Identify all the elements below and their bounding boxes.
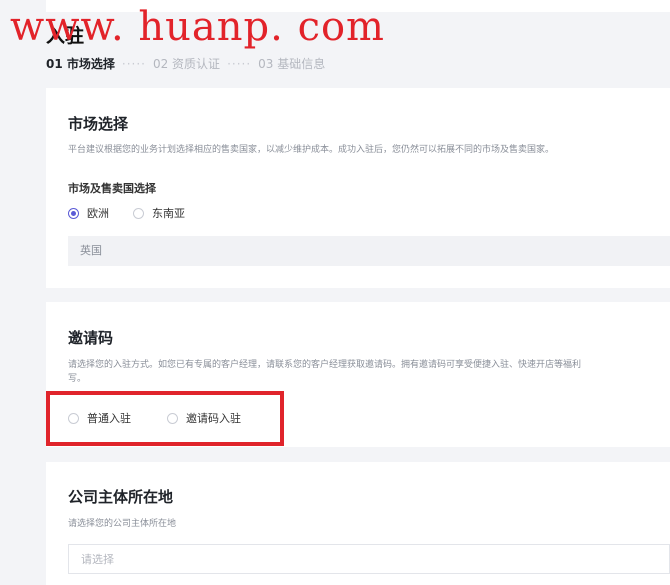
invite-section-title: 邀请码 <box>68 329 114 347</box>
company-location-select[interactable]: 请选择 <box>68 544 670 574</box>
step-separator: ····· <box>227 56 252 71</box>
country-select[interactable]: 英国 <box>68 236 670 266</box>
market-section-title: 市场选择 <box>68 115 129 133</box>
step-qualification[interactable]: 02 资质认证 <box>153 55 220 72</box>
invite-section-description-wrap: 写。 <box>68 374 87 384</box>
highlight-annotation-box <box>46 391 284 446</box>
market-field-label: 市场及售卖国选择 <box>68 182 156 195</box>
company-location-card: 公司主体所在地 请选择您的公司主体所在地 请选择 <box>46 462 670 585</box>
market-selection-card: 市场选择 平台建议根据您的业务计划选择相应的售卖国家，以减少维护成本。成功入驻后… <box>46 88 670 288</box>
market-section-description: 平台建议根据您的业务计划选择相应的售卖国家，以减少维护成本。成功入驻后，您仍然可… <box>68 145 555 155</box>
company-section-title: 公司主体所在地 <box>68 488 174 506</box>
market-radio-group: 欧洲 东南亚 <box>68 205 209 221</box>
step-market-selection[interactable]: 01 市场选择 <box>46 55 115 72</box>
invite-section-description: 请选择您的入驻方式。如您已有专属的客户经理，请联系您的客户经理获取邀请码。拥有邀… <box>68 360 582 370</box>
radio-label-europe: 欧洲 <box>87 207 109 220</box>
radio-unchecked-icon[interactable] <box>133 207 144 219</box>
radio-checked-icon[interactable] <box>68 207 79 219</box>
step-separator: ····· <box>121 56 146 71</box>
step-indicator: 01 市场选择 ····· 02 资质认证 ····· 03 基础信息 <box>46 55 325 72</box>
radio-option-europe[interactable]: 欧洲 <box>68 205 109 221</box>
radio-label-southeast-asia: 东南亚 <box>152 207 185 220</box>
step-basic-info[interactable]: 03 基础信息 <box>258 55 325 72</box>
watermark-text: www. huanp. com <box>10 4 385 50</box>
radio-option-southeast-asia[interactable]: 东南亚 <box>133 205 185 221</box>
company-section-description: 请选择您的公司主体所在地 <box>68 519 177 529</box>
